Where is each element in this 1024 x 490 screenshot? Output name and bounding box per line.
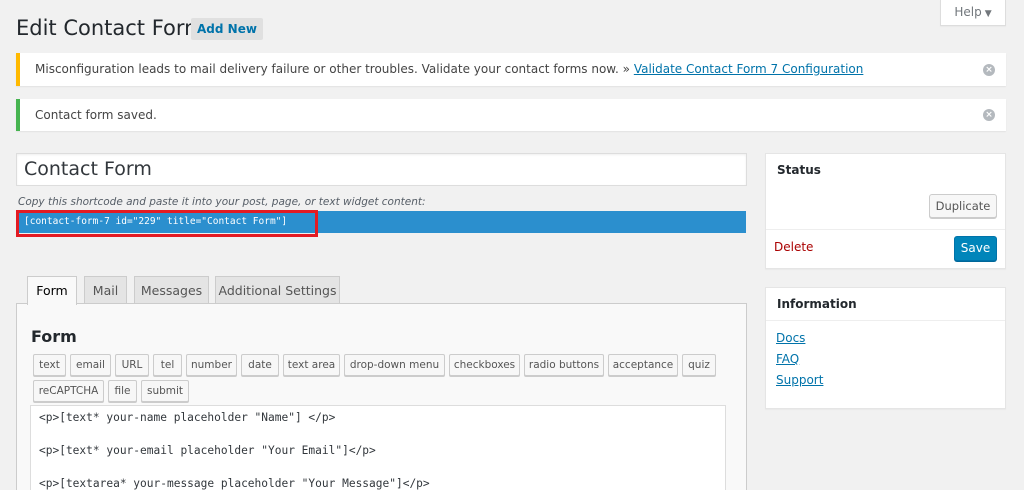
docs-link[interactable]: Docs [776,331,805,345]
tag-button-dropdown[interactable]: drop-down menu [344,354,445,376]
dismiss-icon[interactable]: × [983,63,995,76]
tab-mail[interactable]: Mail [84,276,127,304]
tag-button-quiz[interactable]: quiz [682,354,716,376]
tag-button-url[interactable]: URL [115,354,149,376]
tag-button-number[interactable]: number [186,354,237,376]
tag-button-email[interactable]: email [70,354,111,376]
validate-config-link[interactable]: Validate Contact Form 7 Configuration [634,62,864,76]
warning-notice: Misconfiguration leads to mail delivery … [16,53,1006,86]
tab-form[interactable]: Form [27,276,77,305]
support-link[interactable]: Support [776,373,823,387]
form-code-editor[interactable]: <p>[text* your-name placeholder "Name"] … [30,405,726,490]
faq-link[interactable]: FAQ [776,352,799,366]
tab-additional-settings[interactable]: Additional Settings [215,276,340,304]
tag-button-submit[interactable]: submit [141,380,189,402]
tag-button-checkboxes[interactable]: checkboxes [449,354,520,376]
code-line: <p>[text* your-name placeholder "Name"] … [39,411,336,424]
caret-down-icon: ▼ [984,9,992,19]
warning-text: Misconfiguration leads to mail delivery … [35,62,634,76]
success-text: Contact form saved. [35,108,157,122]
save-button[interactable]: Save [954,236,997,261]
tag-button-textarea[interactable]: text area [283,354,340,376]
form-title-input[interactable]: Contact Form [16,153,747,186]
duplicate-button[interactable]: Duplicate [929,194,997,218]
form-heading: Form [31,327,77,346]
dismiss-icon[interactable]: × [983,109,995,121]
information-title: Information [777,297,857,311]
information-box: Information [765,287,1006,409]
help-button[interactable]: Help ▼ [940,0,1006,26]
code-line: <p>[text* your-email placeholder "Your E… [39,444,376,457]
code-line: <p>[textarea* your-message placeholder "… [39,477,430,490]
status-title: Status [777,163,821,177]
information-divider [766,320,1005,321]
tag-button-date[interactable]: date [241,354,279,376]
tag-button-acceptance[interactable]: acceptance [608,354,678,376]
highlight-box [16,210,318,237]
status-divider [766,229,1005,230]
tag-button-radio[interactable]: radio buttons [524,354,604,376]
tag-button-recaptcha[interactable]: reCAPTCHA [33,380,104,402]
help-label: Help [954,5,982,19]
tag-button-text[interactable]: text [33,354,66,376]
tab-messages[interactable]: Messages [134,276,209,304]
page-title: Edit Contact Form [16,16,205,40]
success-notice: Contact form saved. × [16,99,1006,131]
tag-button-tel[interactable]: tel [153,354,182,376]
delete-link[interactable]: Delete [774,240,813,254]
add-new-button[interactable]: Add New [191,18,263,40]
shortcode-hint: Copy this shortcode and paste it into yo… [18,196,426,208]
tag-button-file[interactable]: file [108,380,137,402]
